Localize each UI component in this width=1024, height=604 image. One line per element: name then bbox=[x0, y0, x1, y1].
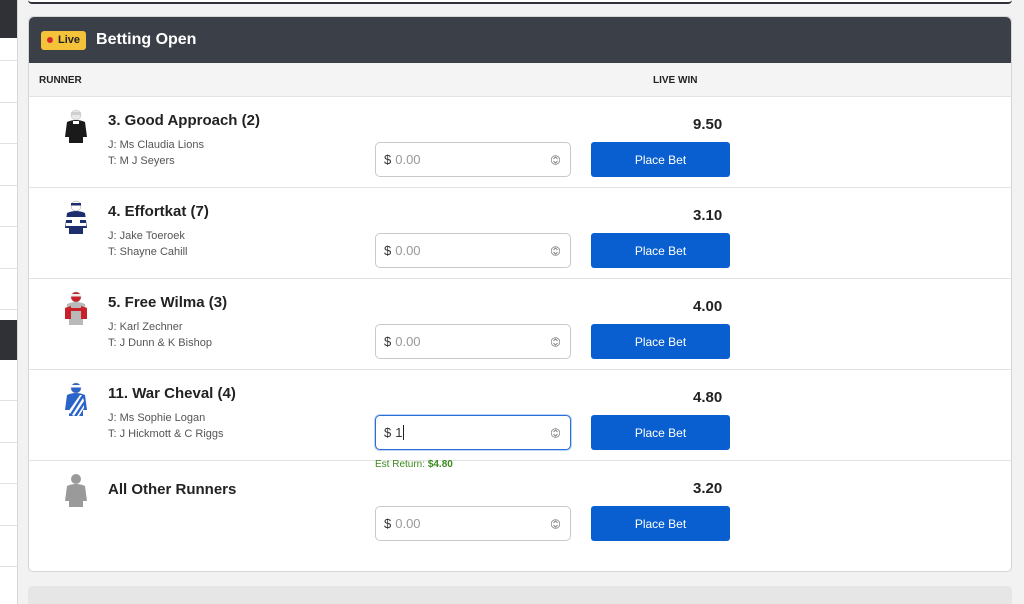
runner-row: 11. War Cheval (4) J: Ms Sophie Logan T:… bbox=[29, 370, 1011, 470]
stepper-arrows-icon[interactable] bbox=[551, 426, 560, 440]
place-bet-button[interactable]: Place Bet bbox=[591, 142, 730, 177]
sidebar-divider bbox=[0, 143, 17, 144]
grey-silk-icon bbox=[65, 474, 87, 507]
currency-symbol: $ bbox=[384, 425, 392, 440]
runner-name: 11. War Cheval (4) bbox=[108, 385, 236, 402]
left-sidebar-edge bbox=[0, 0, 18, 604]
sidebar-dark-block bbox=[0, 0, 17, 38]
stake-value: 1 bbox=[395, 425, 403, 440]
column-header: RUNNER LIVE WIN bbox=[29, 63, 1011, 97]
trainer-name: T: M J Seyers bbox=[108, 155, 175, 167]
trainer-name: T: J Hickmott & C Riggs bbox=[108, 428, 224, 440]
text-cursor bbox=[403, 425, 405, 440]
live-label: Live bbox=[58, 34, 81, 46]
stake-input[interactable]: $ 0.00 bbox=[375, 324, 571, 359]
runner-row: All Other Runners 3.20 $ 0.00 Place Bet bbox=[29, 461, 1011, 553]
stake-input[interactable]: $ 0.00 bbox=[375, 506, 571, 541]
sidebar-divider bbox=[0, 268, 17, 269]
red-grey-silk-icon bbox=[65, 291, 87, 325]
stake-placeholder: 0.00 bbox=[395, 152, 421, 167]
live-win-odds: 4.00 bbox=[693, 298, 723, 315]
stake-input[interactable]: $ 0.00 bbox=[375, 142, 571, 177]
currency-symbol: $ bbox=[384, 152, 392, 167]
stepper-arrows-icon[interactable] bbox=[551, 335, 560, 349]
runner-name: 3. Good Approach (2) bbox=[108, 112, 260, 129]
runner-name: 5. Free Wilma (3) bbox=[108, 294, 228, 311]
panel-header: Live Betting Open bbox=[29, 17, 1011, 63]
sidebar-divider bbox=[0, 525, 17, 526]
stake-placeholder: 0.00 bbox=[395, 516, 421, 531]
stake-placeholder: 0.00 bbox=[395, 334, 421, 349]
live-badge: Live bbox=[41, 30, 87, 50]
sidebar-divider bbox=[0, 226, 17, 227]
place-bet-button[interactable]: Place Bet bbox=[591, 415, 730, 450]
trainer-name: T: J Dunn & K Bishop bbox=[108, 337, 212, 349]
next-card-edge bbox=[28, 586, 1012, 604]
stepper-arrows-icon[interactable] bbox=[551, 244, 560, 258]
stake-input[interactable]: $ 1 bbox=[375, 415, 571, 450]
navy-hoops-silk-icon bbox=[65, 200, 87, 234]
panel-title: Betting Open bbox=[96, 31, 197, 48]
stake-input[interactable]: $ 0.00 bbox=[375, 233, 571, 268]
previous-card-edge bbox=[28, 0, 1012, 4]
sidebar-dark-block bbox=[0, 320, 17, 360]
betting-panel: Live Betting Open RUNNER LIVE WIN 3. Goo… bbox=[28, 16, 1012, 572]
runner-name: All Other Runners bbox=[108, 481, 237, 498]
runner-row: 5. Free Wilma (3) J: Karl Zechner T: J D… bbox=[29, 279, 1011, 370]
live-win-odds: 9.50 bbox=[693, 116, 723, 133]
live-win-odds: 3.20 bbox=[693, 480, 723, 497]
trainer-name: T: Shayne Cahill bbox=[108, 246, 188, 258]
sidebar-divider bbox=[0, 309, 17, 310]
live-win-odds: 3.10 bbox=[693, 207, 723, 224]
runner-row: 3. Good Approach (2) J: Ms Claudia Lions… bbox=[29, 97, 1011, 188]
runner-column-label: RUNNER bbox=[39, 75, 82, 86]
place-bet-button[interactable]: Place Bet bbox=[591, 233, 730, 268]
black-silk-icon bbox=[65, 109, 87, 143]
jockey-name: J: Ms Claudia Lions bbox=[108, 139, 204, 151]
sidebar-divider bbox=[0, 566, 17, 567]
runner-name: 4. Effortkat (7) bbox=[108, 203, 209, 220]
stepper-arrows-icon[interactable] bbox=[551, 517, 560, 531]
live-win-odds: 4.80 bbox=[693, 389, 723, 406]
live-win-column-label: LIVE WIN bbox=[653, 75, 698, 86]
currency-symbol: $ bbox=[384, 243, 392, 258]
stake-placeholder: 0.00 bbox=[395, 243, 421, 258]
jockey-name: J: Ms Sophie Logan bbox=[108, 412, 206, 424]
place-bet-button[interactable]: Place Bet bbox=[591, 324, 730, 359]
blue-stripes-silk-icon bbox=[65, 382, 87, 416]
sidebar-divider bbox=[0, 60, 17, 61]
sidebar-divider bbox=[0, 442, 17, 443]
sidebar-divider bbox=[0, 185, 17, 186]
sidebar-divider bbox=[0, 483, 17, 484]
jockey-name: J: Karl Zechner bbox=[108, 321, 183, 333]
place-bet-button[interactable]: Place Bet bbox=[591, 506, 730, 541]
sidebar-divider bbox=[0, 400, 17, 401]
currency-symbol: $ bbox=[384, 334, 392, 349]
jockey-name: J: Jake Toeroek bbox=[108, 230, 185, 242]
currency-symbol: $ bbox=[384, 516, 392, 531]
runner-row: 4. Effortkat (7) J: Jake Toeroek T: Shay… bbox=[29, 188, 1011, 279]
live-dot-icon bbox=[47, 37, 53, 43]
sidebar-divider bbox=[0, 102, 17, 103]
stepper-arrows-icon[interactable] bbox=[551, 153, 560, 167]
